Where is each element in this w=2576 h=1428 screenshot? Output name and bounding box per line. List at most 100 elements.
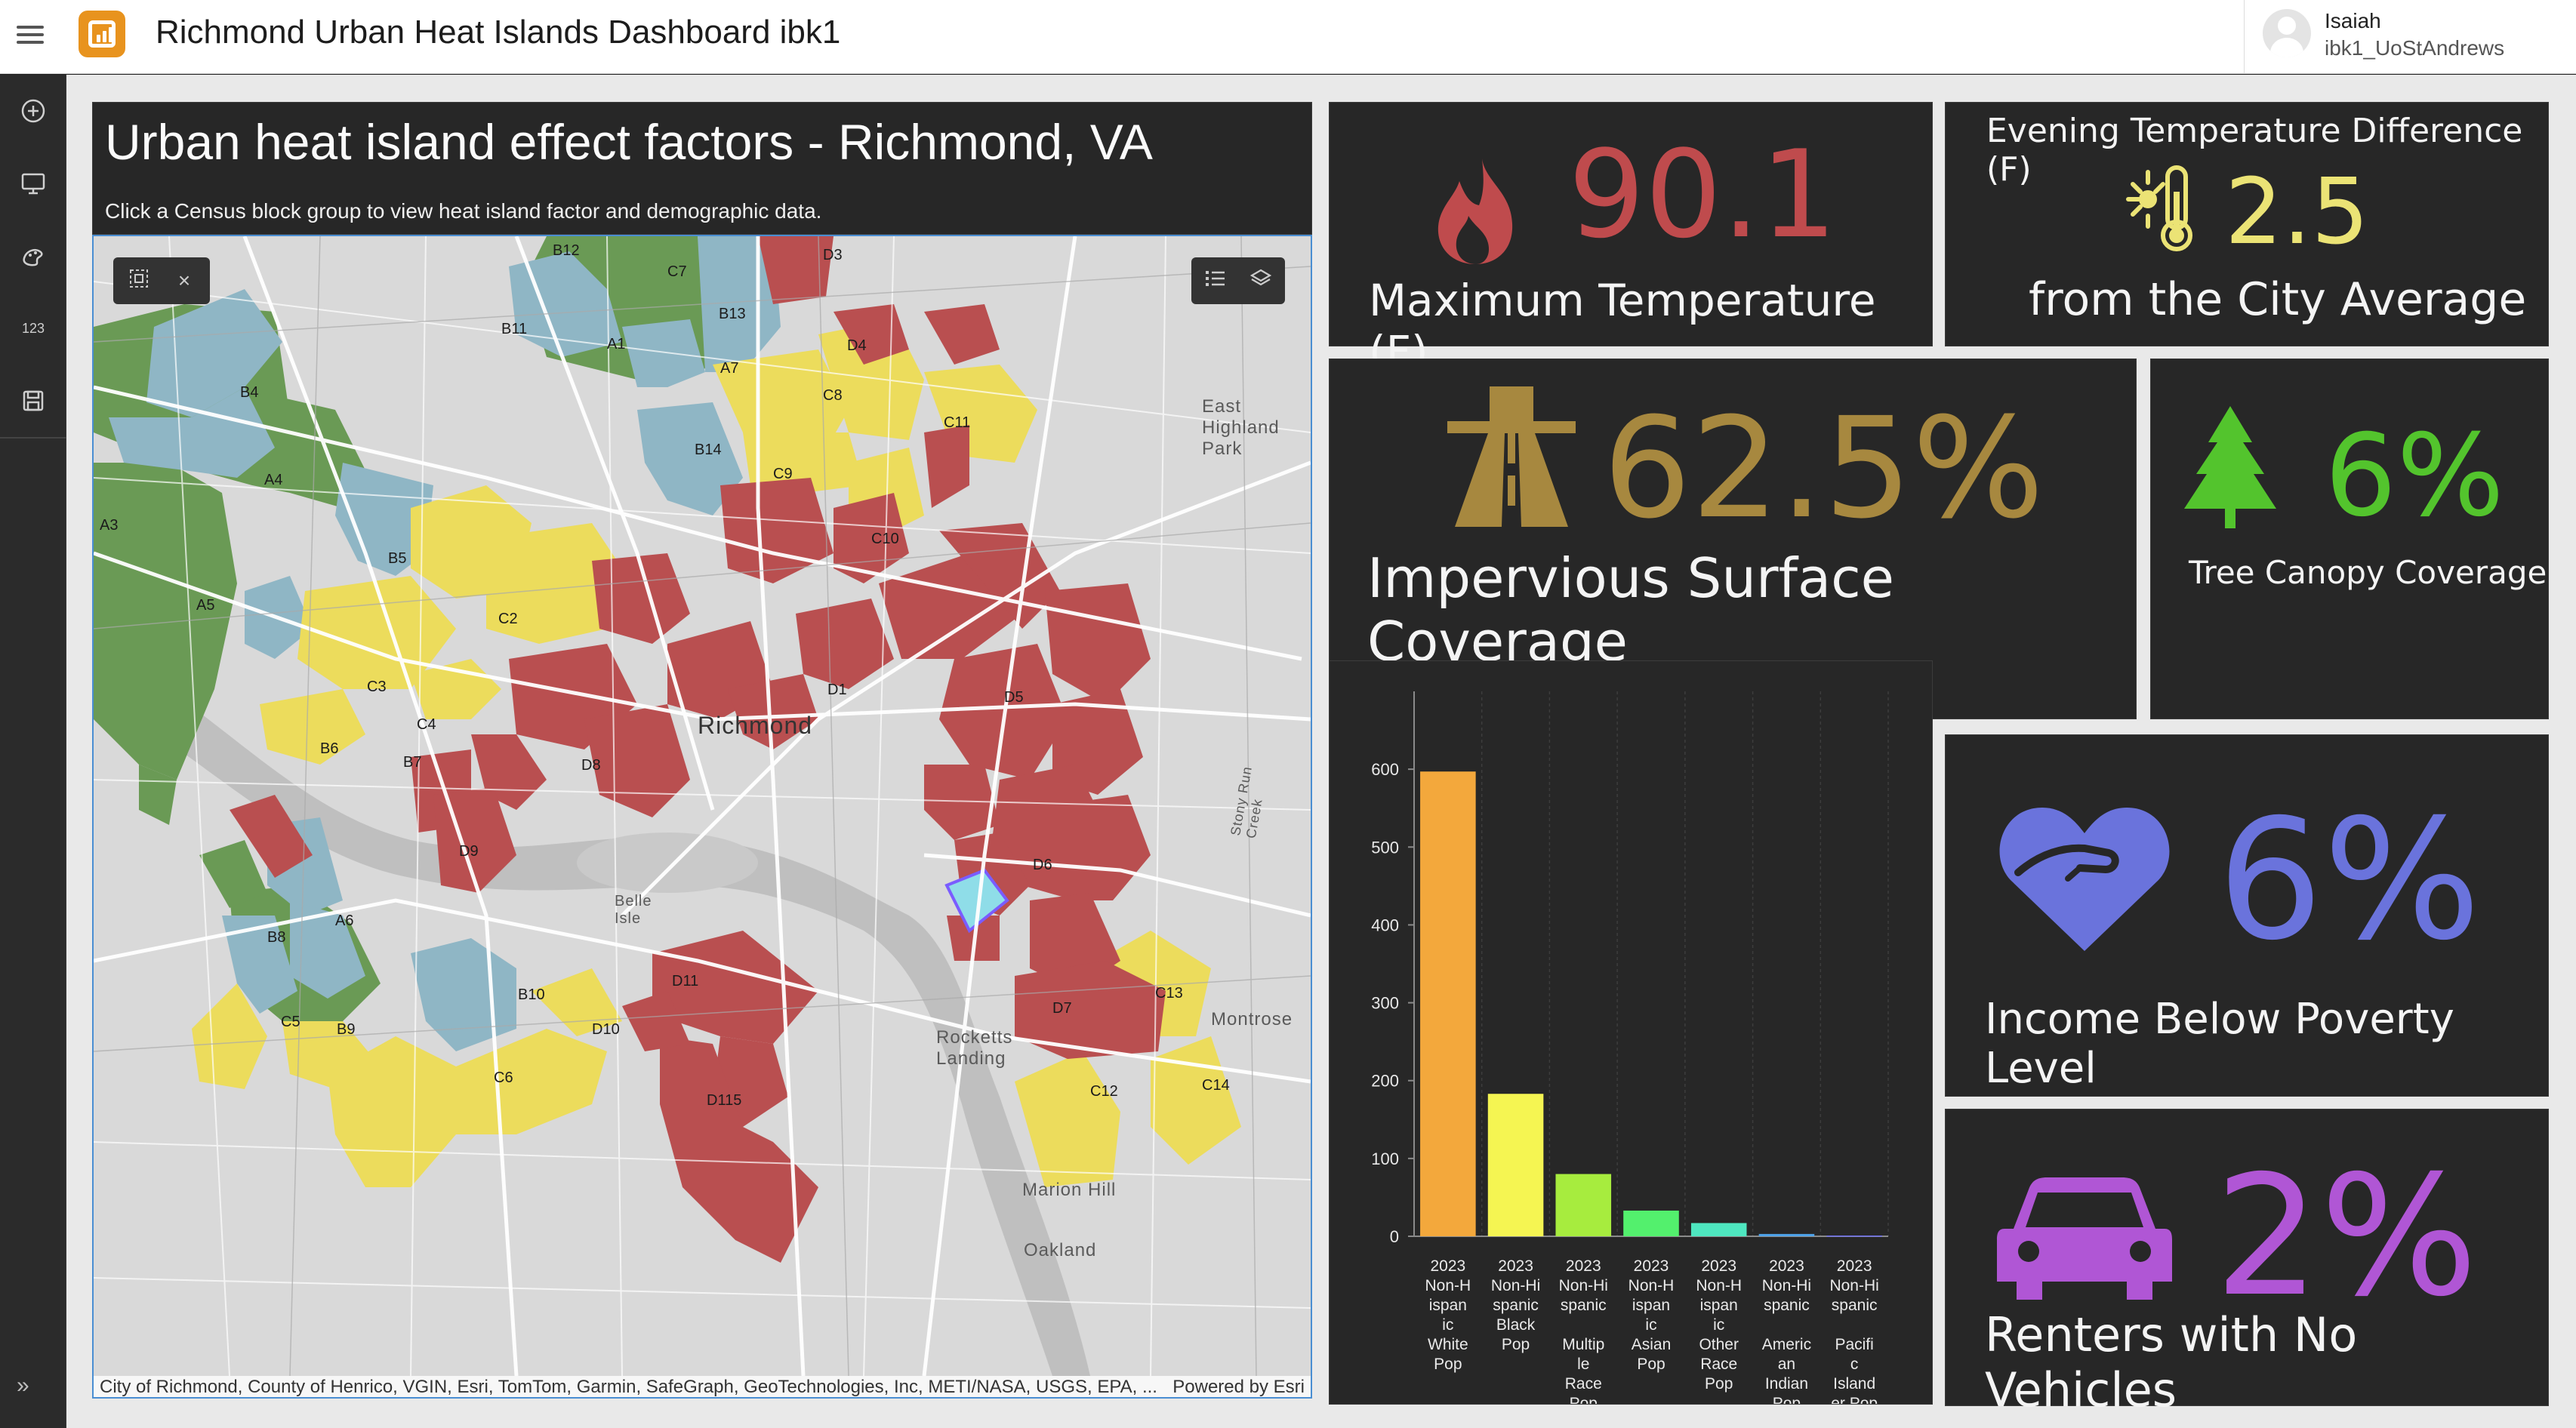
renters-no-vehicle-value: 2%: [2214, 1140, 2479, 1333]
helping-heart-icon: [1995, 800, 2174, 956]
block-label: C13: [1155, 985, 1183, 1002]
place-label: Rocketts Landing: [936, 1027, 1013, 1069]
x-tick-label: Black: [1496, 1316, 1536, 1334]
add-element-icon[interactable]: [14, 91, 53, 131]
x-tick-label: ispan: [1429, 1297, 1467, 1314]
user-menu[interactable]: Isaiah ibk1_UoStAndrews: [2244, 0, 2576, 74]
block-label: D6: [1033, 857, 1052, 873]
block-label: C12: [1090, 1083, 1118, 1100]
y-tick-label: 200: [1371, 1072, 1399, 1091]
x-tick-label: 2023: [1498, 1257, 1533, 1275]
evening-temperature-indicator: Evening Temperature Difference (F) 2.5 f…: [1945, 102, 2549, 346]
y-tick-label: 100: [1371, 1149, 1399, 1168]
block-label: B9: [337, 1021, 356, 1038]
x-tick-label: Island: [1833, 1375, 1875, 1393]
chart-bar[interactable]: [1555, 1174, 1612, 1236]
block-label: C8: [823, 387, 843, 404]
renters-no-vehicle-label: Renters with No Vehicles: [1985, 1307, 2358, 1417]
theme-palette-icon[interactable]: [14, 236, 53, 275]
number-123-icon[interactable]: 123: [14, 309, 53, 348]
y-tick-label: 600: [1371, 760, 1399, 779]
max-temperature-indicator: 90.1 Maximum Temperature (F): [1329, 102, 1933, 377]
x-tick-label: Non-H: [1696, 1277, 1742, 1294]
map-widget-toolbar: [1191, 257, 1285, 304]
block-label: D4: [847, 337, 867, 354]
max-temperature-value: 90.1: [1568, 124, 1838, 265]
x-tick-label: 2023: [1701, 1257, 1736, 1275]
place-label: Belle Isle: [615, 893, 652, 927]
map-canvas[interactable]: [94, 236, 1311, 1376]
dashboard-canvas: Urban heat island effect factors - Richm…: [66, 75, 2576, 1428]
block-label: C10: [871, 531, 899, 547]
poverty-label: Income Below Poverty Level: [1985, 995, 2454, 1093]
x-tick-label: Non-H: [1425, 1277, 1471, 1294]
x-tick-label: Non-Hi: [1829, 1277, 1878, 1294]
x-tick-label: Pop: [1570, 1395, 1598, 1404]
block-label: C5: [281, 1014, 300, 1030]
x-tick-label: Pop: [1502, 1336, 1530, 1353]
population-bar-chart[interactable]: 01002003004005006002023Non-HispanicWhite…: [1330, 661, 1932, 1412]
x-tick-label: le: [1577, 1356, 1589, 1373]
evening-temperature-label: from the City Average: [2029, 273, 2527, 326]
block-label: C4: [417, 716, 436, 733]
chart-bar[interactable]: [1690, 1223, 1747, 1236]
avatar: [2263, 9, 2311, 57]
poverty-value: 6%: [2217, 783, 2482, 977]
x-tick-label: Americ: [1762, 1336, 1811, 1353]
monitor-icon[interactable]: [14, 164, 53, 203]
select-area-icon[interactable]: [116, 268, 162, 294]
x-tick-label: 2023: [1430, 1257, 1465, 1275]
hamburger-menu-icon[interactable]: [17, 21, 44, 51]
x-tick-label: ic: [1645, 1316, 1656, 1334]
x-tick-label: Race: [1565, 1375, 1602, 1393]
save-icon[interactable]: [14, 381, 53, 420]
expand-sidebar-icon[interactable]: »: [17, 1373, 29, 1399]
poverty-indicator: 6% Income Below Poverty Level: [1945, 734, 2549, 1097]
chart-bar[interactable]: [1758, 1233, 1815, 1236]
map-title: Urban heat island effect factors - Richm…: [105, 114, 1153, 170]
block-label: C3: [367, 679, 387, 695]
block-label: A4: [264, 472, 283, 488]
block-label: C7: [667, 263, 687, 280]
impervious-surface-value: 62.5%: [1603, 388, 2044, 549]
block-label: D7: [1052, 1000, 1072, 1017]
block-label: B14: [695, 442, 722, 458]
layers-icon[interactable]: [1238, 267, 1283, 295]
x-tick-label: 2023: [1634, 1257, 1669, 1275]
block-label: B10: [518, 986, 545, 1003]
block-label: D3: [823, 247, 843, 263]
powered-by-esri-link[interactable]: Powered by Esri: [1172, 1376, 1305, 1397]
block-label: A3: [100, 517, 119, 534]
x-tick-label: ic: [1442, 1316, 1453, 1334]
chart-bar[interactable]: [1623, 1210, 1679, 1236]
clear-selection-icon[interactable]: ×: [162, 269, 207, 293]
block-label: A6: [335, 913, 354, 929]
chart-bar[interactable]: [1487, 1094, 1544, 1236]
block-label: B11: [501, 321, 528, 337]
x-tick-label: 2023: [1769, 1257, 1804, 1275]
block-label: B5: [388, 550, 407, 567]
app-title: Richmond Urban Heat Islands Dashboard ib…: [156, 14, 841, 51]
block-label: D1: [827, 682, 847, 698]
fire-icon: [1429, 154, 1524, 267]
x-tick-label: er Pop: [1831, 1395, 1878, 1404]
block-label: D5: [1004, 689, 1024, 706]
chart-bar[interactable]: [1420, 771, 1476, 1236]
x-tick-label: Asian: [1632, 1336, 1672, 1353]
highway-icon: [1443, 385, 1580, 530]
chart-bar[interactable]: [1826, 1235, 1882, 1237]
place-label: Montrose: [1211, 1009, 1293, 1029]
legend-icon[interactable]: [1193, 268, 1238, 294]
map-view[interactable]: Richmond East Highland Park Belle Isle R…: [92, 235, 1312, 1399]
x-tick-label: Race: [1700, 1356, 1737, 1373]
x-tick-label: spanic: [1764, 1297, 1810, 1314]
x-tick-label: spanic: [1493, 1297, 1539, 1314]
block-label: D9: [459, 843, 479, 860]
y-tick-label: 500: [1371, 838, 1399, 857]
y-tick-label: 300: [1371, 994, 1399, 1013]
top-header: Richmond Urban Heat Islands Dashboard ib…: [0, 0, 2576, 74]
renters-no-vehicle-indicator: 2% Renters with No Vehicles: [1945, 1109, 2549, 1417]
block-label: C2: [498, 611, 518, 627]
x-tick-label: Non-Hi: [1559, 1277, 1608, 1294]
x-tick-label: Indian: [1765, 1375, 1808, 1393]
